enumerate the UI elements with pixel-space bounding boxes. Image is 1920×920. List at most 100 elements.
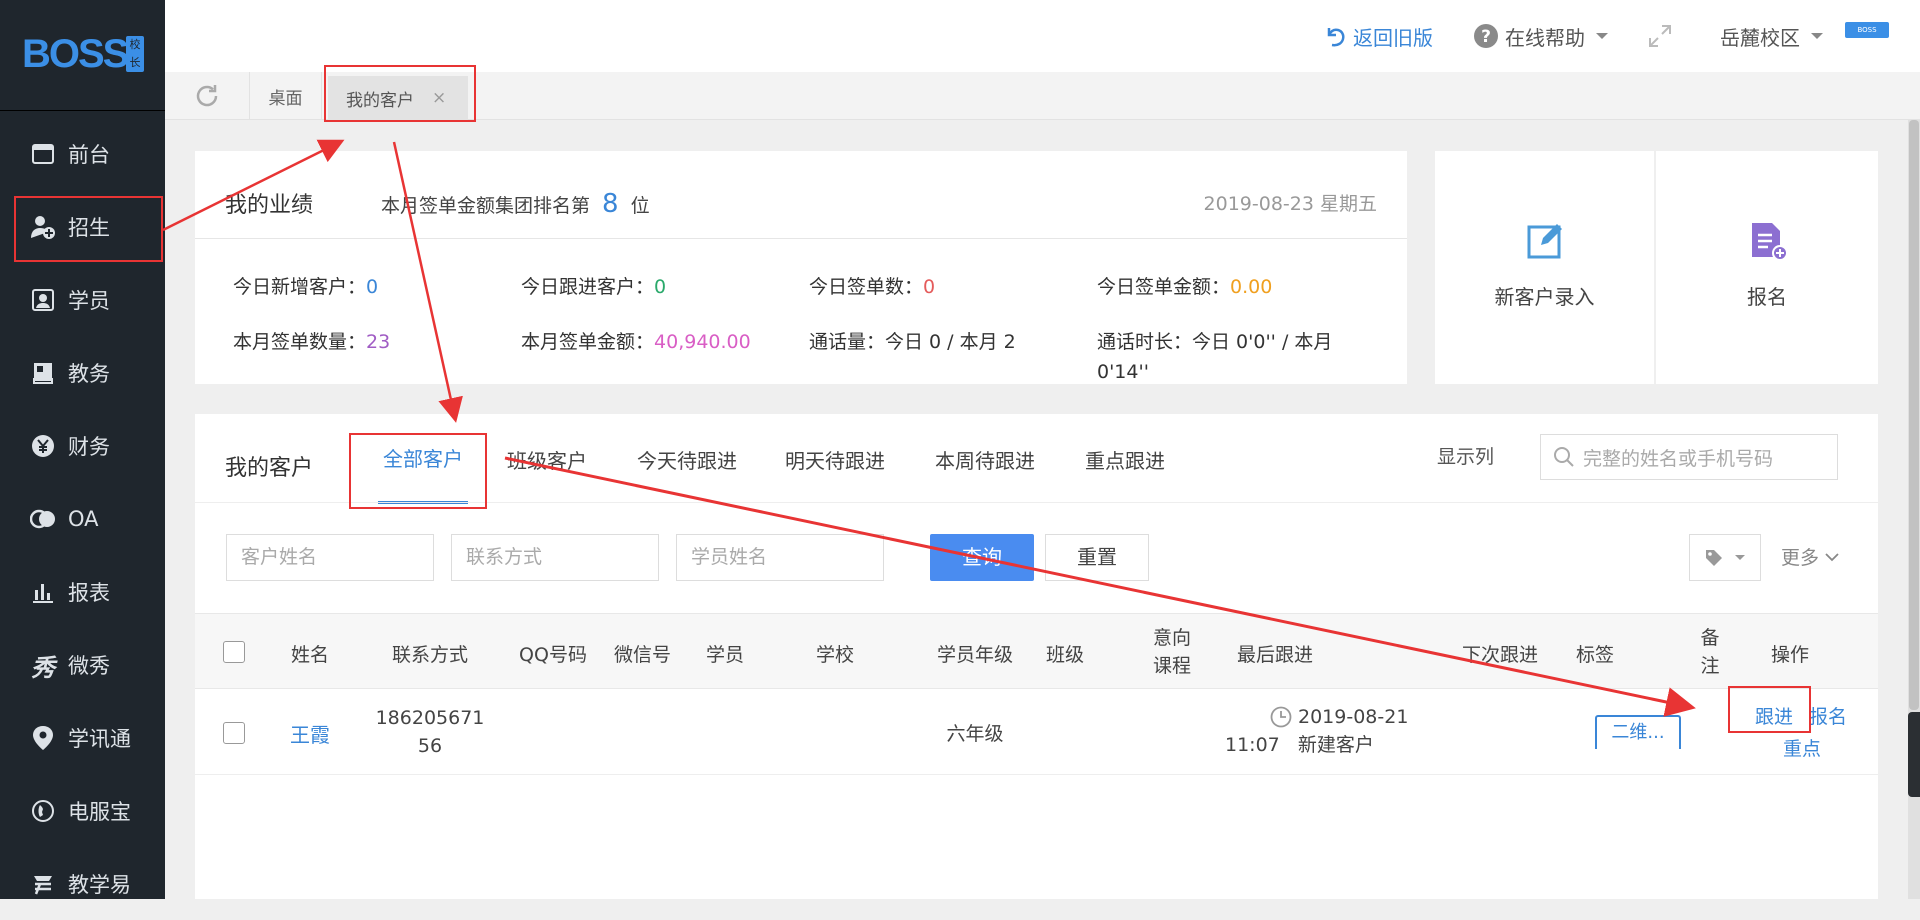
- sidebar-item-oa[interactable]: OA: [0, 483, 165, 555]
- tab-followup-today[interactable]: 今天待跟进: [637, 414, 737, 504]
- stat-today-orders: 今日签单数：0: [809, 272, 935, 299]
- sidebar-item-label: 招生: [68, 216, 110, 240]
- oa-icon: [30, 506, 56, 532]
- sidebar: BOSS 校长 前台 招生 学员 教务 财务 OA 报表 秀 微秀 学讯通 电服…: [0, 0, 165, 899]
- tab-label: 重点跟进: [1085, 448, 1165, 473]
- customer-name-input[interactable]: 客户姓名: [226, 534, 434, 581]
- rank-line: 本月签单金额集团排名第 8 位: [381, 189, 650, 219]
- help-icon: ?: [1473, 23, 1499, 49]
- top-bar: 返回旧版 ? 在线帮助 岳麓校区 BOSS: [165, 0, 1920, 72]
- stat-month-amount: 本月签单金额：40,940.00: [521, 327, 751, 354]
- sidebar-item-frontdesk[interactable]: 前台: [0, 118, 165, 190]
- customer-name-link[interactable]: 王霞: [275, 719, 345, 748]
- sidebar-item-reports[interactable]: 报表: [0, 556, 165, 628]
- new-customer-entry-button[interactable]: 新客户录入: [1435, 151, 1654, 384]
- stat-value: 0: [923, 276, 936, 298]
- col-contact: 联系方式: [391, 644, 468, 666]
- customers-title: 我的客户: [225, 456, 314, 481]
- sidebar-item-jiaoxueyi[interactable]: 教学易: [0, 848, 165, 920]
- stat-value: 今日 0 / 本月 2: [885, 331, 1016, 353]
- contact-input[interactable]: 联系方式: [451, 534, 659, 581]
- more-filters-button[interactable]: 更多: [1781, 543, 1839, 570]
- sidebar-item-dianfubao[interactable]: 电服宝: [0, 775, 165, 847]
- show-columns-button[interactable]: 显示列: [1437, 442, 1494, 469]
- tab-followup-tomorrow[interactable]: 明天待跟进: [785, 414, 885, 504]
- followup-action-link[interactable]: 跟进: [1755, 702, 1793, 729]
- new-customer-entry-label: 新客户录入: [1494, 285, 1595, 309]
- enroll-label: 报名: [1747, 285, 1787, 309]
- campus-selector[interactable]: 岳麓校区: [1720, 20, 1824, 52]
- performance-card: 我的业绩 本月签单金额集团排名第 8 位 2019-08-23 星期五 今日新增…: [195, 151, 1407, 384]
- fullscreen-button[interactable]: [1647, 20, 1673, 52]
- enroll-button[interactable]: 报名: [1656, 151, 1878, 384]
- enroll-doc-icon: [1748, 221, 1788, 265]
- teach-icon: [30, 871, 56, 897]
- tab-all-customers[interactable]: 全部客户: [378, 414, 468, 504]
- table-row: 王霞 18620567156 六年级 2019-08-21 11:07 新建客户…: [195, 689, 1878, 775]
- sidebar-item-weixiu[interactable]: 秀 微秀: [0, 629, 165, 701]
- tab-followup-this-week[interactable]: 本周待跟进: [935, 414, 1035, 504]
- logo-text: BOSS: [22, 32, 129, 76]
- col-last-followup: 最后跟进: [1236, 644, 1313, 666]
- stat-value: 0: [654, 276, 667, 298]
- close-icon[interactable]: ×: [432, 88, 446, 108]
- customer-grade: 六年级: [946, 723, 1004, 745]
- tab-my-customers[interactable]: 我的客户 ×: [328, 76, 468, 120]
- stat-call-duration: 通话时长：今日 0'0'' / 本月 0'14'': [1097, 327, 1387, 387]
- back-to-old-version-link[interactable]: 返回旧版: [1323, 20, 1433, 52]
- sidebar-item-students[interactable]: 学员: [0, 264, 165, 336]
- row-checkbox[interactable]: [223, 722, 245, 744]
- stat-label: 今日跟进客户：: [521, 276, 655, 298]
- stat-label: 本月签单数量：: [233, 331, 367, 353]
- last-followup-date: 2019-08-21: [1298, 706, 1409, 728]
- sidebar-item-label: 财务: [68, 435, 110, 459]
- refresh-button[interactable]: [165, 72, 250, 120]
- enroll-action-link[interactable]: 报名: [1809, 702, 1847, 729]
- tab-bar: 桌面 我的客户 ×: [165, 72, 1920, 120]
- avatar-badge-text: BOSS: [1857, 26, 1877, 34]
- fullscreen-icon: [1647, 23, 1673, 49]
- stat-today-amount: 今日签单金额：0.00: [1097, 272, 1272, 299]
- calendar-icon: [30, 141, 56, 167]
- col-qq: QQ号码: [519, 644, 587, 666]
- user-avatar[interactable]: BOSS: [1845, 22, 1889, 38]
- phone-icon: [30, 798, 56, 824]
- select-all-checkbox[interactable]: [223, 641, 245, 663]
- tab-class-customers[interactable]: 班级客户: [507, 414, 587, 504]
- tag-badge[interactable]: 二维...: [1595, 715, 1681, 749]
- online-help-menu[interactable]: ? 在线帮助: [1473, 20, 1609, 52]
- sidebar-item-finance[interactable]: 财务: [0, 410, 165, 482]
- sidebar-item-label: 报表: [68, 581, 110, 605]
- tab-key-followup[interactable]: 重点跟进: [1085, 414, 1165, 504]
- reset-button[interactable]: 重置: [1045, 534, 1149, 581]
- sidebar-item-xuexuntong[interactable]: 学讯通: [0, 702, 165, 774]
- chevron-down-icon: [1595, 31, 1609, 41]
- student-name-input[interactable]: 学员姓名: [676, 534, 884, 581]
- key-action-link[interactable]: 重点: [1783, 734, 1821, 761]
- side-widget[interactable]: [1908, 712, 1920, 797]
- stat-value: 0: [366, 276, 379, 298]
- stat-month-orders: 本月签单数量：23: [233, 327, 390, 354]
- col-name: 姓名: [290, 644, 329, 666]
- sidebar-divider: [0, 110, 165, 111]
- sidebar-item-label: OA: [68, 507, 99, 531]
- tab-desktop[interactable]: 桌面: [250, 72, 322, 120]
- rank-prefix: 本月签单金额集团排名第: [381, 195, 591, 217]
- query-button[interactable]: 查询: [930, 534, 1034, 581]
- stat-call-count: 通话量：今日 0 / 本月 2: [809, 327, 1016, 354]
- scrollbar-thumb[interactable]: [1909, 120, 1919, 710]
- sidebar-item-label: 电服宝: [68, 800, 131, 824]
- search-box[interactable]: 完整的姓名或手机号码: [1540, 434, 1838, 480]
- book-icon: [30, 360, 56, 386]
- tab-label: 我的客户: [346, 90, 414, 111]
- sidebar-item-academic[interactable]: 教务: [0, 337, 165, 409]
- col-student: 学员: [705, 644, 744, 666]
- boss-logo: BOSS 校长: [22, 32, 144, 76]
- tab-label: 明天待跟进: [785, 448, 885, 473]
- sidebar-item-label: 教务: [68, 362, 110, 386]
- sidebar-item-enrollment[interactable]: 招生: [0, 191, 165, 263]
- tag-filter-dropdown[interactable]: [1689, 534, 1761, 581]
- customer-contact: 18620567156: [375, 707, 485, 757]
- campus-label: 岳麓校区: [1720, 25, 1800, 50]
- stat-label: 通话时长：: [1097, 331, 1193, 353]
